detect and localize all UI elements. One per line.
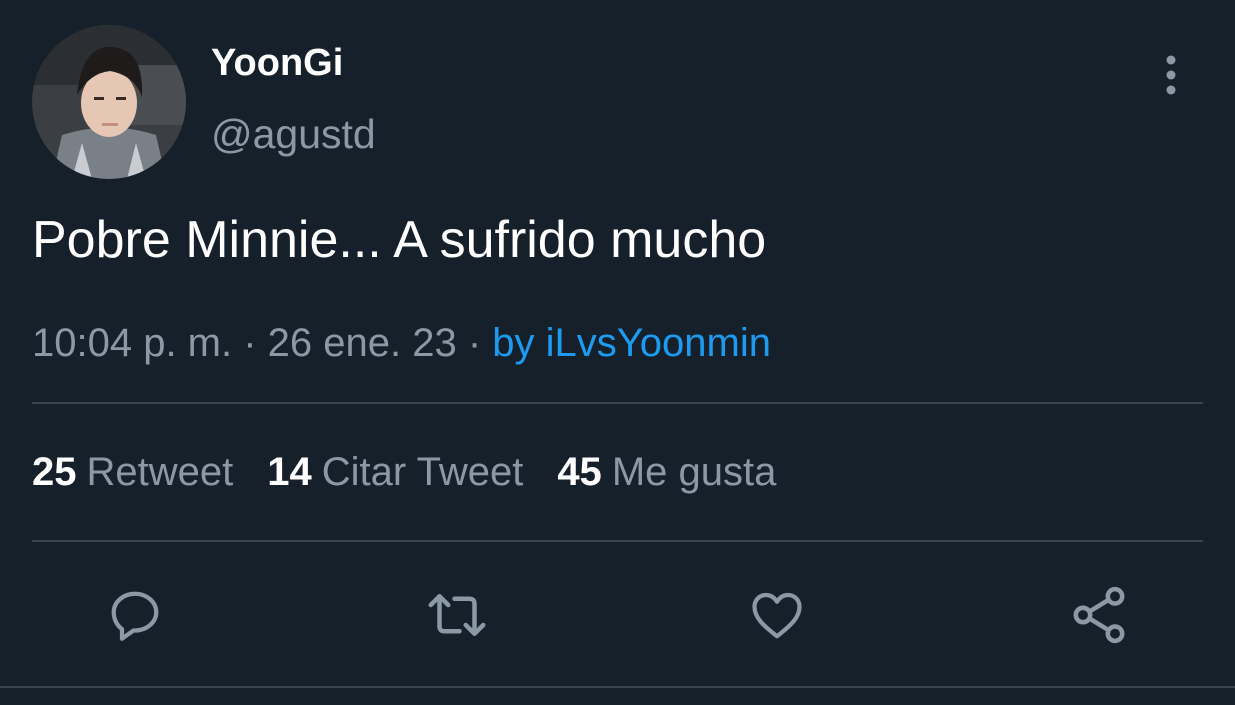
source-link[interactable]: by iLvsYoonmin: [492, 321, 771, 365]
like-count: 45: [557, 450, 602, 494]
tweet-time[interactable]: 10:04 p. m.: [32, 321, 232, 365]
display-name[interactable]: YoonGi: [211, 40, 343, 86]
tweet-date[interactable]: 26 ene. 23: [268, 321, 457, 365]
divider: [32, 402, 1203, 404]
like-label: Me gusta: [611, 450, 777, 494]
user-handle[interactable]: @agustd: [211, 111, 376, 157]
share-icon: [1073, 586, 1125, 644]
retweet-icon: [428, 594, 486, 636]
quote-label: Citar Tweet: [321, 450, 524, 494]
like-button[interactable]: [742, 580, 812, 650]
divider: [0, 686, 1235, 688]
divider: [32, 540, 1203, 542]
quote-count-link[interactable]: 14 Citar Tweet: [267, 448, 523, 496]
heart-icon: [752, 592, 802, 639]
engagement-stats: 25 Retweet 14 Citar Tweet 45 Me gusta: [32, 448, 810, 496]
avatar-image: [32, 25, 186, 179]
reply-button[interactable]: [100, 580, 170, 650]
share-button[interactable]: [1064, 580, 1134, 650]
tweet-text: Pobre Minnie... A sufrido mucho: [32, 211, 767, 269]
tweet-detail: YoonGi @agustd Pobre Minnie... A sufrido…: [0, 0, 1235, 705]
more-vertical-icon: [1166, 55, 1176, 95]
avatar[interactable]: [32, 25, 186, 179]
retweet-label: Retweet: [86, 450, 234, 494]
meta-separator: ·: [456, 321, 493, 365]
like-count-link[interactable]: 45 Me gusta: [557, 448, 776, 496]
reply-icon: [111, 591, 159, 641]
retweet-count-link[interactable]: 25 Retweet: [32, 448, 233, 496]
retweet-count: 25: [32, 450, 77, 494]
more-options-button[interactable]: [1150, 52, 1192, 100]
quote-count: 14: [267, 450, 312, 494]
meta-separator: ·: [232, 321, 268, 365]
tweet-metadata: 10:04 p. m. · 26 ene. 23 · by iLvsYoonmi…: [32, 319, 771, 367]
retweet-button[interactable]: [422, 580, 492, 650]
